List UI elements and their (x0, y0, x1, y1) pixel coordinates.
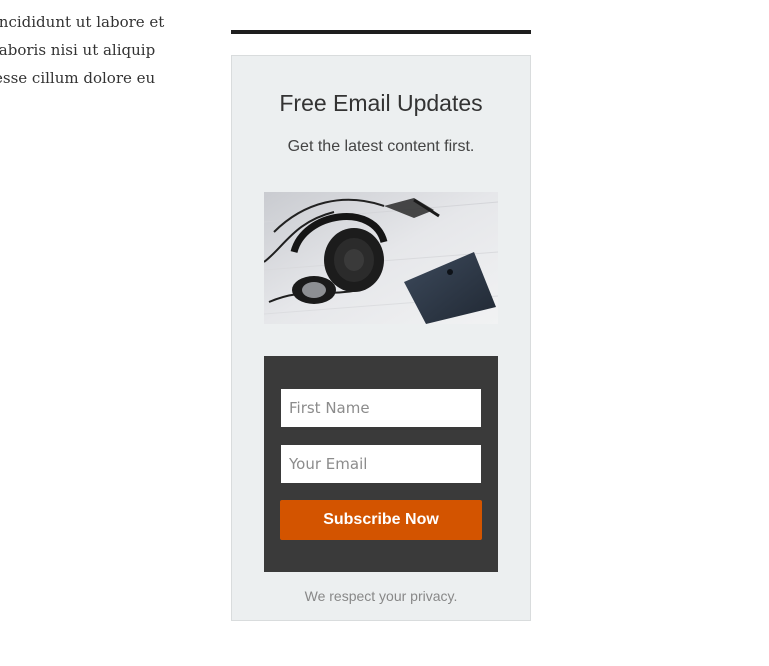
article-text-line: laboris nisi ut aliquip (0, 41, 156, 59)
first-name-input[interactable] (281, 389, 481, 427)
email-input[interactable] (281, 445, 481, 483)
article-text-line: esse cillum dolore eu (0, 69, 156, 87)
signup-form: Subscribe Now (264, 356, 498, 572)
widget-divider (231, 30, 531, 34)
optin-title: Free Email Updates (279, 90, 483, 116)
privacy-note: We respect your privacy. (304, 588, 458, 604)
subscribe-button[interactable]: Subscribe Now (280, 500, 482, 540)
headphones-phone-image (264, 192, 498, 324)
article-body-fragment: incididunt ut labore et laboris nisi ut … (0, 8, 184, 92)
optin-subtitle: Get the latest content first. (287, 138, 475, 155)
article-text-line: incididunt ut labore et (0, 13, 165, 31)
email-optin-widget: Free Email Updates Get the latest conten… (231, 55, 531, 621)
